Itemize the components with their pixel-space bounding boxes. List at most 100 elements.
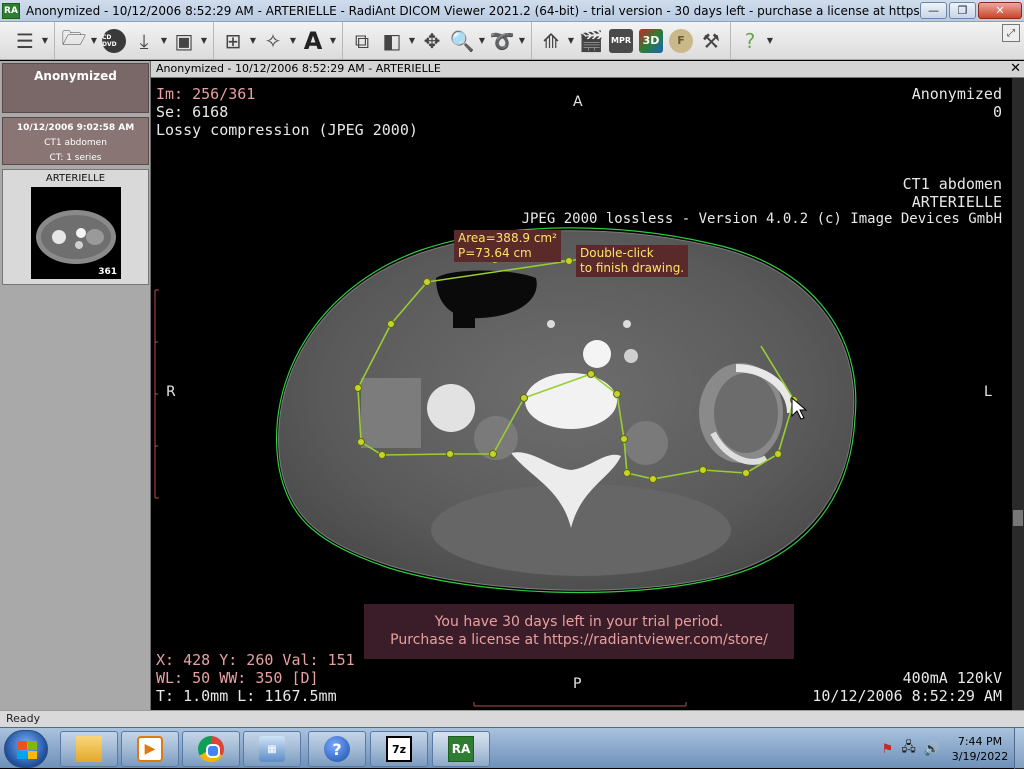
taskbar-media-player[interactable]: ▶ bbox=[121, 731, 179, 767]
series-number: Se: 6168 bbox=[156, 103, 229, 121]
drawing-hint-line-2: to finish drawing. bbox=[580, 261, 685, 275]
radiant-app-icon: RA bbox=[2, 2, 20, 19]
mpr-3d-icon[interactable]: MPR bbox=[606, 26, 636, 56]
chrome-icon bbox=[198, 736, 224, 762]
roi-dropdown-arrow[interactable]: ▼ bbox=[517, 36, 527, 45]
download-dropdown-arrow[interactable]: ▼ bbox=[159, 36, 169, 45]
network-icon[interactable]: 🖧 bbox=[901, 738, 916, 760]
window-level-icon[interactable]: ◧ bbox=[377, 26, 407, 56]
help-support-icon: ? bbox=[324, 736, 350, 762]
taskbar-radiant[interactable]: RA bbox=[432, 731, 490, 767]
roi-measurement-label[interactable]: Area=388.9 cm² P=73.64 cm bbox=[454, 230, 561, 262]
series-image-count: 361 bbox=[98, 267, 117, 277]
orientation-left: R bbox=[166, 384, 176, 400]
menu-dropdown-arrow[interactable]: ▼ bbox=[40, 36, 50, 45]
move-icon[interactable]: ✥ bbox=[417, 26, 447, 56]
start-button[interactable] bbox=[4, 730, 48, 768]
folder-open-icon[interactable]: 🗁 bbox=[59, 26, 89, 56]
save-dropdown-arrow[interactable]: ▼ bbox=[199, 36, 209, 45]
study-browser-panel: Anonymized 10/12/2006 9:02:58 AM CT1 abd… bbox=[0, 61, 151, 710]
close-button[interactable]: ✕ bbox=[978, 2, 1022, 19]
thickness-location-readout: T: 1.0mm L: 1167.5mm bbox=[156, 687, 337, 705]
overlay-study-desc: CT1 abdomen bbox=[902, 175, 1002, 193]
overlay-patient-name: Anonymized bbox=[911, 85, 1002, 103]
show-desktop-button[interactable] bbox=[1014, 728, 1024, 769]
tool-icon[interactable]: ⚒ bbox=[696, 26, 726, 56]
series-thumbnail-item[interactable]: ARTERIELLE 361 bbox=[2, 169, 149, 285]
viewport-close-icon[interactable]: ✕ bbox=[1010, 61, 1021, 77]
orientation-bottom: P bbox=[573, 676, 582, 692]
patient-name[interactable]: Anonymized bbox=[2, 63, 149, 113]
drawing-hint-tooltip: Double-click to finish drawing. bbox=[576, 245, 689, 277]
zoom-icon[interactable]: 🔍 bbox=[447, 26, 477, 56]
viewport-scrollbar[interactable] bbox=[1012, 78, 1024, 710]
roi-freehand-icon[interactable]: ➰ bbox=[487, 26, 517, 56]
help-icon[interactable]: ? bbox=[735, 26, 765, 56]
window-title: Anonymized - 10/12/2006 8:52:29 AM - ART… bbox=[26, 3, 931, 18]
image-viewport[interactable]: Im: 256/361 Se: 6168 Lossy compression (… bbox=[151, 78, 1012, 710]
action-center-flag-icon[interactable]: ⚑ bbox=[882, 742, 894, 757]
system-tray: ⚑ 🖧 🔊 7:44 PM 3/19/2022 bbox=[882, 731, 1012, 767]
download-icon[interactable]: ⤓ bbox=[129, 26, 159, 56]
series-thumbnail-image: 361 bbox=[31, 187, 121, 279]
clock-time: 7:44 PM bbox=[957, 735, 1003, 748]
layout-dropdown-arrow[interactable]: ▼ bbox=[248, 36, 258, 45]
status-bar: Ready bbox=[0, 710, 1024, 727]
viewport-title: Anonymized - 10/12/2006 8:52:29 AM - ART… bbox=[156, 62, 441, 75]
cine-icon[interactable]: 🎬 bbox=[576, 26, 606, 56]
exposure-readout: 400mA 120kV bbox=[902, 669, 1002, 687]
folder-icon bbox=[76, 736, 102, 762]
pan-tool-icon[interactable]: ✧ bbox=[258, 26, 288, 56]
maximize-button[interactable]: ❐ bbox=[949, 2, 976, 19]
taskbar-chrome[interactable] bbox=[182, 731, 240, 767]
series-name: ARTERIELLE bbox=[45, 173, 106, 184]
taskbar-7zip[interactable]: 7z bbox=[370, 731, 428, 767]
radiant-icon: RA bbox=[448, 736, 474, 762]
zoom-dropdown-arrow[interactable]: ▼ bbox=[477, 36, 487, 45]
taskbar-explorer[interactable] bbox=[60, 731, 118, 767]
volume-icon[interactable]: 🔊 bbox=[924, 742, 940, 757]
cursor-readout: X: 428 Y: 260 Val: 151 bbox=[156, 651, 355, 669]
layout-grid-icon[interactable]: ⊞ bbox=[218, 26, 248, 56]
windows-taskbar: ▶ ▦ ? 7z RA ⚑ 🖧 🔊 7:44 PM 3/19/2022 bbox=[0, 727, 1024, 769]
menu-icon[interactable]: ☰ bbox=[10, 26, 40, 56]
system-clock[interactable]: 7:44 PM 3/19/2022 bbox=[948, 734, 1012, 764]
trial-notice-line-2: Purchase a license at https://radiantvie… bbox=[390, 632, 768, 648]
study-description: CT1 abdomen bbox=[44, 138, 107, 148]
fullscreen-icon[interactable]: ⤢ bbox=[1002, 24, 1020, 42]
window-level-readout: WL: 50 WW: 350 [D] bbox=[156, 669, 319, 687]
acquisition-datetime: 10/12/2006 8:52:29 AM bbox=[812, 687, 1002, 705]
mpr-dropdown-arrow[interactable]: ▼ bbox=[566, 36, 576, 45]
series-stack-icon[interactable]: ⧉ bbox=[347, 26, 377, 56]
fusion-icon[interactable]: F bbox=[666, 26, 696, 56]
annotation-text-icon[interactable]: A bbox=[298, 26, 328, 56]
pan-dropdown-arrow[interactable]: ▼ bbox=[288, 36, 298, 45]
help-dropdown-arrow[interactable]: ▼ bbox=[765, 36, 775, 45]
window-title-bar: RA Anonymized - 10/12/2006 8:52:29 AM - … bbox=[0, 0, 1024, 22]
7zip-icon: 7z bbox=[386, 736, 412, 762]
folder-open-dropdown-arrow[interactable]: ▼ bbox=[89, 36, 99, 45]
study-item[interactable]: 10/12/2006 9:02:58 AM CT1 abdomen CT: 1 … bbox=[2, 117, 149, 165]
image-index: Im: 256/361 bbox=[156, 85, 256, 103]
annotation-dropdown-arrow[interactable]: ▼ bbox=[328, 36, 338, 45]
clock-date: 3/19/2022 bbox=[951, 750, 1009, 763]
taskbar-help[interactable]: ? bbox=[308, 731, 366, 767]
windows-logo-icon bbox=[17, 741, 37, 759]
study-series-count: CT: 1 series bbox=[49, 153, 102, 163]
orientation-top: A bbox=[573, 94, 583, 110]
drawing-hint-line-1: Double-click bbox=[580, 246, 654, 260]
minimize-button[interactable]: — bbox=[920, 2, 947, 19]
taskbar-control-panel[interactable]: ▦ bbox=[243, 731, 301, 767]
cd-dvd-icon[interactable]: CD DVD bbox=[99, 26, 129, 56]
viewport-header: Anonymized - 10/12/2006 8:52:29 AM - ART… bbox=[151, 61, 1024, 78]
scrollbar-thumb[interactable] bbox=[1013, 510, 1023, 526]
overlay-patient-id: 0 bbox=[992, 103, 1002, 121]
window-level-dropdown-arrow[interactable]: ▼ bbox=[407, 36, 417, 45]
trial-notice-line-1: You have 30 days left in your trial peri… bbox=[434, 614, 724, 630]
orientation-right: L bbox=[984, 384, 992, 400]
control-panel-icon: ▦ bbox=[259, 736, 285, 762]
mpr-icon[interactable]: ⟰ bbox=[536, 26, 566, 56]
overlay-series-desc: ARTERIELLE bbox=[911, 193, 1002, 211]
save-icon[interactable]: ▣ bbox=[169, 26, 199, 56]
3d-icon[interactable]: 3D bbox=[636, 26, 666, 56]
